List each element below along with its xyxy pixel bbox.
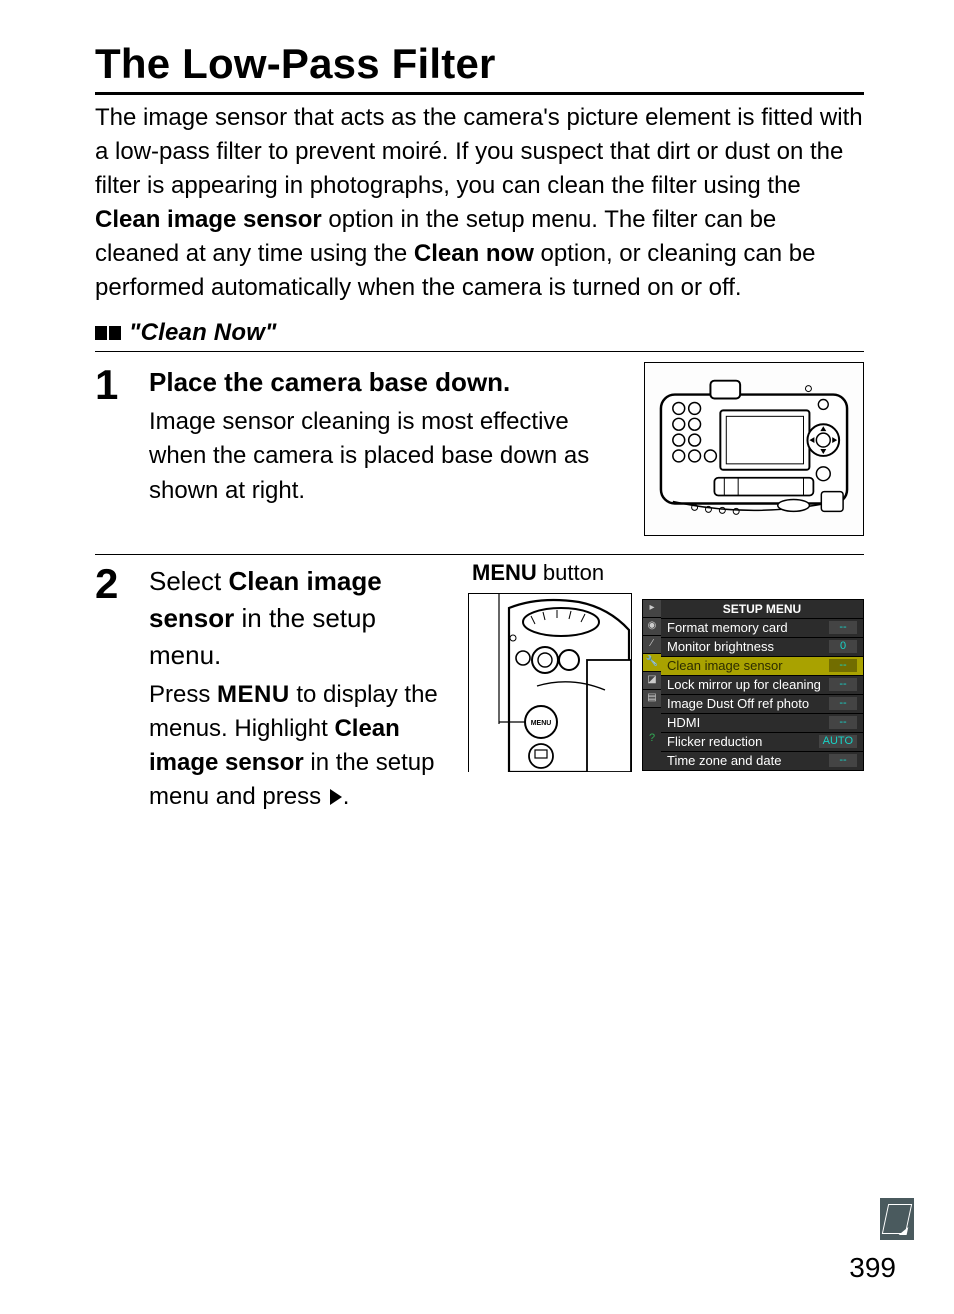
setup-menu-row-value: --	[829, 697, 857, 710]
setup-menu-row-value: --	[829, 678, 857, 691]
intro-bold-1: Clean image sensor	[95, 206, 322, 233]
setup-menu-row-label: Format memory card	[667, 621, 788, 634]
svg-text:MENU: MENU	[531, 720, 552, 727]
setup-menu-row-label: Time zone and date	[667, 754, 781, 767]
right-arrow-icon	[330, 789, 342, 805]
setup-menu-row: Clean image sensor --	[661, 657, 863, 676]
menu-button-label: MENU button	[472, 557, 864, 588]
setup-menu-row: Format memory card --	[661, 619, 863, 638]
step-2-title-pre: Select	[149, 566, 229, 596]
step-1-title: Place the camera base down.	[149, 364, 630, 401]
setup-menu-row: Time zone and date --	[661, 752, 863, 770]
setup-menu-row: Flicker reduction AUTO	[661, 733, 863, 752]
setup-menu-row-value: AUTO	[819, 735, 857, 748]
menu-button-label-bold: MENU	[472, 560, 537, 585]
intro-text-1: The image sensor that acts as the camera…	[95, 104, 863, 199]
camera-base-down-figure	[644, 362, 864, 536]
menu-tab-custom-icon: ∕	[643, 636, 661, 654]
setup-menu-row-value: 0	[829, 640, 857, 653]
step-1: 1 Place the camera base down. Image sens…	[95, 356, 864, 555]
page-title: The Low-Pass Filter	[95, 40, 864, 95]
setup-menu-row-label: Clean image sensor	[667, 659, 783, 672]
setup-menu-row: Image Dust Off ref photo --	[661, 695, 863, 714]
setup-menu-row-value: --	[829, 621, 857, 634]
setup-menu-row-label: Monitor brightness	[667, 640, 774, 653]
step-1-number: 1	[95, 364, 133, 536]
menu-tab-mymenu-icon: ▤	[643, 690, 661, 708]
setup-menu-row-value: --	[829, 659, 857, 672]
step-2-body-end: .	[343, 783, 350, 810]
setup-menu-row-label: Image Dust Off ref photo	[667, 697, 809, 710]
step-2-body-menu: MENU	[217, 681, 290, 708]
setup-menu-tab-icons: ▸ ◉ ∕ 🔧 ◪ ▤ ?	[643, 600, 661, 770]
intro-bold-2: Clean now	[414, 240, 534, 267]
step-2-body-pre: Press	[149, 681, 217, 708]
setup-menu-row-label: Flicker reduction	[667, 735, 762, 748]
setup-menu-screenshot: ▸ ◉ ∕ 🔧 ◪ ▤ ? SETUP MENU Format memory c…	[642, 599, 864, 771]
menu-tab-playback-icon: ▸	[643, 600, 661, 618]
setup-menu-row-value: --	[829, 754, 857, 767]
step-2: 2 Select Clean image sensor in the setup…	[95, 555, 864, 844]
page-number: 399	[849, 1252, 896, 1284]
menu-button-label-rest: button	[537, 560, 604, 585]
subsection-title: "Clean Now"	[129, 319, 277, 347]
camera-corner-icon: MENU	[469, 594, 631, 772]
menu-tab-help-icon: ?	[643, 708, 661, 770]
menu-tab-setup-icon: 🔧	[643, 654, 661, 672]
step-2-body: Press MENU to display the menus. Highlig…	[149, 678, 454, 814]
menu-tab-retouch-icon: ◪	[643, 672, 661, 690]
camera-menu-button-figure: MENU	[468, 593, 632, 772]
menu-tab-shooting-icon: ◉	[643, 618, 661, 636]
setup-menu-row-value: --	[829, 716, 857, 729]
step-1-body: Image sensor cleaning is most effective …	[149, 405, 630, 507]
setup-menu-row-label: HDMI	[667, 716, 700, 729]
intro-paragraph: The image sensor that acts as the camera…	[95, 101, 864, 305]
page-section-tab-icon	[880, 1198, 914, 1240]
setup-menu-title: SETUP MENU	[661, 600, 863, 619]
setup-menu-row: Lock mirror up for cleaning --	[661, 676, 863, 695]
subsection-header: "Clean Now"	[95, 319, 864, 352]
setup-menu-row: HDMI --	[661, 714, 863, 733]
step-2-number: 2	[95, 563, 133, 814]
subsection-marker-icon	[95, 326, 121, 340]
setup-menu-row-label: Lock mirror up for cleaning	[667, 678, 821, 691]
setup-menu-row: Monitor brightness 0	[661, 638, 863, 657]
camera-back-icon	[655, 374, 853, 524]
step-2-title: Select Clean image sensor in the setup m…	[149, 563, 454, 674]
